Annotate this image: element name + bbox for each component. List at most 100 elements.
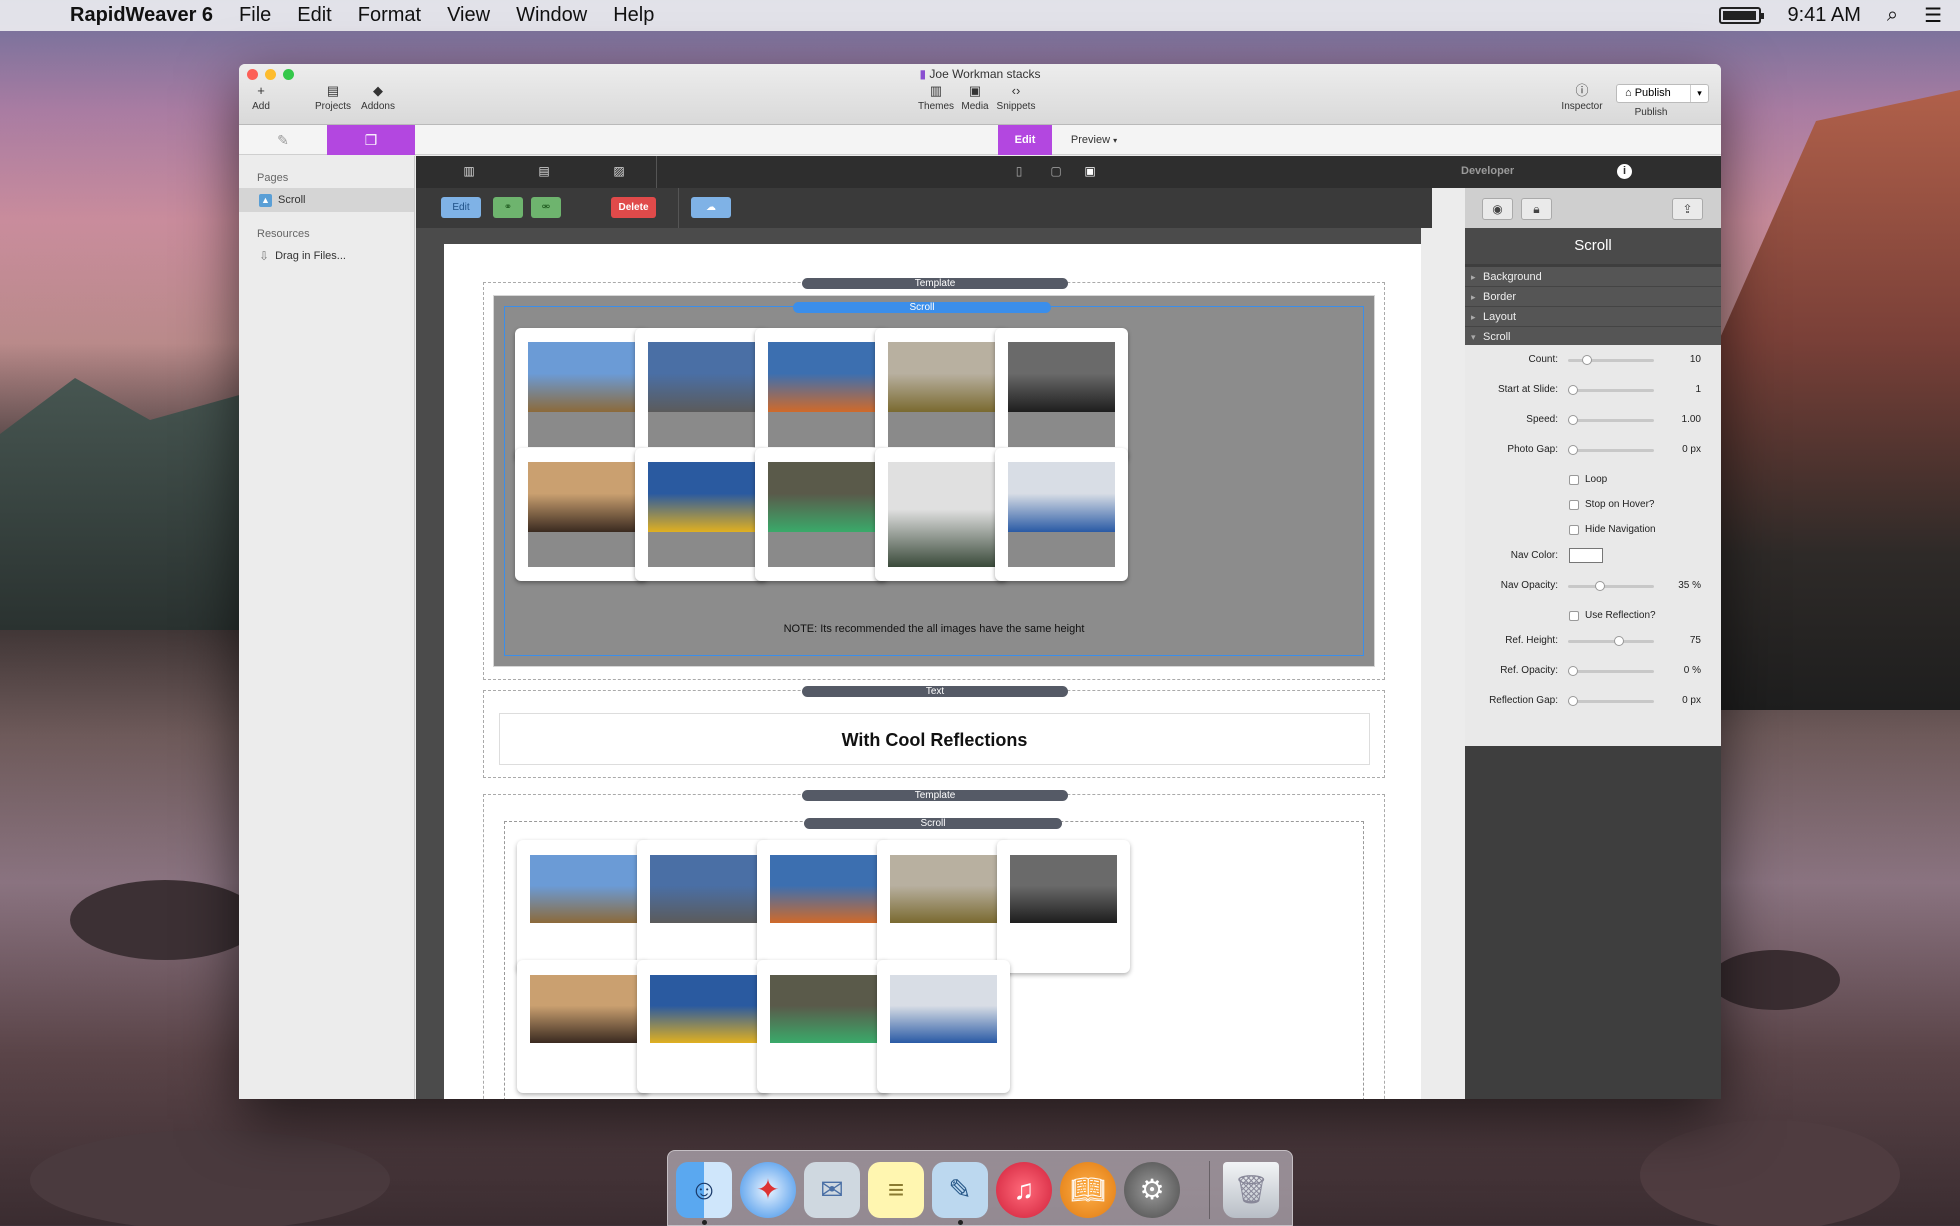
section-background[interactable]: Background xyxy=(1465,267,1721,287)
nav-color-well[interactable] xyxy=(1569,548,1603,563)
scroll-stack-label[interactable]: Scroll xyxy=(793,302,1051,313)
clock[interactable]: 9:41 AM xyxy=(1787,4,1860,27)
template-stack-1[interactable]: Template Scroll NOTE: Its recommended th… xyxy=(483,278,1385,680)
layout-icon[interactable]: ▤ xyxy=(536,164,552,178)
info-icon[interactable]: i xyxy=(1617,164,1632,179)
use-reflection-checkbox[interactable] xyxy=(1569,611,1579,621)
sidebar-item-scroll[interactable]: ▲ Scroll xyxy=(239,188,414,212)
export-icon[interactable]: ⇪ xyxy=(1672,198,1703,220)
ibooks-icon[interactable]: 📖︎ xyxy=(1060,1162,1116,1218)
chevron-down-icon[interactable]: ▾ xyxy=(1690,85,1708,102)
text-stack-label[interactable]: Text xyxy=(802,686,1068,697)
wrench-icon[interactable]: ✎ xyxy=(239,125,327,155)
scroll-photo-card[interactable] xyxy=(875,328,1008,461)
layout-toggle-icon[interactable]: ▣ xyxy=(1082,164,1098,178)
template-stack-label[interactable]: Template xyxy=(802,790,1068,801)
scroll-photo-card[interactable] xyxy=(635,328,768,461)
scroll-photo-card[interactable] xyxy=(515,328,648,461)
hide-navigation-checkbox[interactable] xyxy=(1569,525,1579,535)
eye-icon[interactable]: ◉ xyxy=(1482,198,1513,220)
scroll-stack-2[interactable]: Scroll xyxy=(504,818,1364,1099)
stack-library-icon[interactable]: ▥ xyxy=(461,164,477,178)
finder-icon[interactable]: ☺ xyxy=(676,1162,732,1218)
scroll-photo-card[interactable] xyxy=(755,448,888,581)
scroll-photo-card[interactable] xyxy=(517,960,650,1093)
themes-button[interactable]: ▥ Themes xyxy=(916,83,956,112)
stack-edit-button[interactable]: Edit xyxy=(441,197,481,218)
tab-preview[interactable]: Preview ▾ xyxy=(1059,125,1129,155)
scroll-photo-card[interactable] xyxy=(757,960,890,1093)
scroll-stack-label[interactable]: Scroll xyxy=(804,818,1062,829)
menu-format[interactable]: Format xyxy=(358,4,421,27)
scroll-photo-card[interactable] xyxy=(637,960,770,1093)
notification-center-icon[interactable]: ☰ xyxy=(1924,3,1942,28)
tab-edit[interactable]: Edit xyxy=(998,125,1052,155)
ref-height-slider[interactable] xyxy=(1568,636,1654,646)
cloud-icon[interactable]: ☁ xyxy=(691,197,731,218)
addons-button[interactable]: ◆ Addons xyxy=(356,83,400,112)
mail-icon[interactable]: ✉ xyxy=(804,1162,860,1218)
lock-icon[interactable]: 🔒︎ xyxy=(1521,198,1552,220)
menu-file[interactable]: File xyxy=(239,4,271,27)
scroll-photo-card[interactable] xyxy=(995,328,1128,461)
count-slider[interactable] xyxy=(1568,355,1654,365)
spotlight-search-icon[interactable]: ⌕ xyxy=(1887,4,1898,27)
section-scroll[interactable]: Scroll xyxy=(1465,327,1721,347)
scroll-photo-card[interactable] xyxy=(515,448,648,581)
menu-edit[interactable]: Edit xyxy=(297,4,331,27)
start-slide-slider[interactable] xyxy=(1568,385,1654,395)
projects-button[interactable]: ▤ Projects xyxy=(310,83,356,112)
trash-icon[interactable]: 🗑︎ xyxy=(1223,1162,1279,1218)
menu-window[interactable]: Window xyxy=(516,4,587,27)
photo-gap-slider[interactable] xyxy=(1568,445,1654,455)
notes-icon[interactable]: ≡ xyxy=(868,1162,924,1218)
image-icon[interactable]: ▨ xyxy=(611,164,627,178)
preview-icon[interactable]: ✎ xyxy=(932,1162,988,1218)
app-menu[interactable]: RapidWeaver 6 xyxy=(70,4,213,27)
scroll-photo-card[interactable] xyxy=(757,840,890,973)
text-stack[interactable]: Text With Cool Reflections xyxy=(483,686,1385,778)
itunes-icon[interactable]: ♫ xyxy=(996,1162,1052,1218)
scroll-stack-1[interactable]: Scroll NOTE: Its recommended the all ima… xyxy=(493,295,1375,667)
media-button[interactable]: ▣ Media xyxy=(957,83,993,112)
reflection-gap-slider[interactable] xyxy=(1568,696,1654,706)
link-icon[interactable]: ⚭ xyxy=(493,197,523,218)
snippets-button[interactable]: ‹› Snippets xyxy=(994,83,1038,112)
template-stack-label[interactable]: Template xyxy=(802,278,1068,289)
layout-toggle-icon[interactable]: ▢ xyxy=(1048,164,1064,178)
heading-text[interactable]: With Cool Reflections xyxy=(499,713,1370,765)
inspector-button[interactable]: ⓘ Inspector xyxy=(1559,83,1605,112)
menu-view[interactable]: View xyxy=(447,4,490,27)
start-slide-row: Start at Slide: 1 xyxy=(1497,384,1701,395)
pages-tab[interactable]: ❐ xyxy=(327,125,415,155)
speed-slider[interactable] xyxy=(1568,415,1654,425)
photo-gap-row: Photo Gap: 0 px xyxy=(1507,444,1701,455)
scroll-photo-card[interactable] xyxy=(997,840,1130,973)
scroll-photo-card[interactable] xyxy=(517,840,650,973)
layout-toggle-icon[interactable]: ▯ xyxy=(1011,164,1027,178)
add-button[interactable]: + Add xyxy=(246,83,276,112)
section-border[interactable]: Border xyxy=(1465,287,1721,307)
template-stack-2[interactable]: Template Scroll xyxy=(483,790,1385,1099)
scroll-photo-card[interactable] xyxy=(637,840,770,973)
stack-delete-button[interactable]: Delete xyxy=(611,197,656,218)
sidebar-item-drag-in-files[interactable]: ⇩ Drag in Files... xyxy=(239,244,414,268)
scroll-photo-card[interactable] xyxy=(755,328,888,461)
nav-opacity-slider[interactable] xyxy=(1568,581,1654,591)
scroll-photo-card[interactable] xyxy=(877,840,1010,973)
stop-on-hover-checkbox[interactable] xyxy=(1569,500,1579,510)
scroll-photo-card[interactable] xyxy=(635,448,768,581)
scroll-photo-card[interactable] xyxy=(995,448,1128,581)
system-preferences-icon[interactable]: ⚙ xyxy=(1124,1162,1180,1218)
scroll-photo-card[interactable] xyxy=(877,960,1010,1093)
battery-icon[interactable] xyxy=(1719,7,1765,24)
ref-opacity-slider[interactable] xyxy=(1568,666,1654,676)
unlink-icon[interactable]: ⚮ xyxy=(531,197,561,218)
loop-checkbox[interactable] xyxy=(1569,475,1579,485)
scroll-photo-card[interactable] xyxy=(875,448,1008,581)
safari-icon[interactable]: ✦ xyxy=(740,1162,796,1218)
section-layout[interactable]: Layout xyxy=(1465,307,1721,327)
publish-button[interactable]: ⌂ Publish ▾ xyxy=(1616,84,1709,103)
menu-help[interactable]: Help xyxy=(613,4,654,27)
mode-tab-bar: ✎ ❐ Edit Preview ▾ xyxy=(239,125,1721,155)
